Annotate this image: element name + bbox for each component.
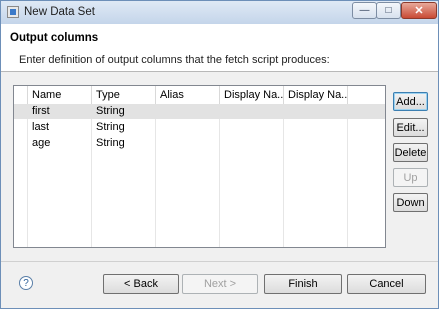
cell-name: last	[32, 121, 50, 133]
edit-button[interactable]: Edit...	[393, 118, 428, 137]
up-button[interactable]: Up	[393, 168, 428, 187]
close-icon: ✕	[414, 5, 424, 17]
close-button[interactable]: ✕	[401, 2, 437, 19]
finish-button[interactable]: Finish	[264, 274, 342, 294]
table-header: Name Type Alias Display Na... Display Na…	[14, 86, 385, 105]
minimize-button[interactable]: —	[352, 2, 377, 19]
window-title: New Data Set	[24, 6, 95, 18]
cell-display-name	[220, 136, 284, 151]
cell-name: age	[32, 137, 51, 149]
back-button[interactable]: < Back	[103, 274, 179, 294]
app-icon	[7, 6, 19, 18]
page-description: Enter definition of output columns that …	[19, 54, 330, 66]
next-button[interactable]: Next >	[182, 274, 258, 294]
wizard-header: Output columns Enter definition of outpu…	[1, 24, 438, 72]
cell-display-name-key	[284, 104, 348, 119]
cancel-button[interactable]: Cancel	[347, 274, 426, 294]
column-header-display-name[interactable]: Display Na...	[220, 86, 284, 104]
cell-alias	[156, 120, 220, 135]
table-row[interactable]: last String	[14, 120, 385, 135]
new-data-set-dialog: New Data Set — □ ✕ Output columns Enter …	[0, 0, 439, 309]
cell-display-name-key	[284, 136, 348, 151]
down-button[interactable]: Down	[393, 193, 428, 212]
column-header-spacer	[14, 86, 28, 104]
maximize-button[interactable]: □	[376, 2, 401, 19]
column-header-name[interactable]: Name	[28, 86, 92, 104]
column-header-alias[interactable]: Alias	[156, 86, 220, 104]
cell-display-name	[220, 104, 284, 119]
column-header-type[interactable]: Type	[92, 86, 156, 104]
cell-display-name-key	[284, 120, 348, 135]
cell-type: String	[96, 137, 125, 149]
output-columns-table[interactable]: Name Type Alias Display Na... Display Na…	[13, 85, 386, 248]
cell-type: String	[96, 121, 125, 133]
delete-button[interactable]: Delete	[393, 143, 428, 162]
maximize-icon: □	[385, 5, 392, 16]
table-row[interactable]: age String	[14, 136, 385, 151]
footer-separator	[1, 261, 438, 262]
cell-alias	[156, 136, 220, 151]
help-icon[interactable]: ?	[19, 276, 33, 290]
cell-alias	[156, 104, 220, 119]
minimize-icon: —	[359, 5, 370, 16]
title-bar: New Data Set — □ ✕	[1, 1, 438, 24]
cell-name: first	[32, 105, 50, 117]
table-row[interactable]: first String	[14, 104, 385, 119]
cell-type: String	[96, 105, 125, 117]
column-header-display-name-key[interactable]: Display Na...	[284, 86, 348, 104]
add-button[interactable]: Add...	[393, 92, 428, 111]
cell-display-name	[220, 120, 284, 135]
page-title: Output columns	[10, 32, 99, 44]
